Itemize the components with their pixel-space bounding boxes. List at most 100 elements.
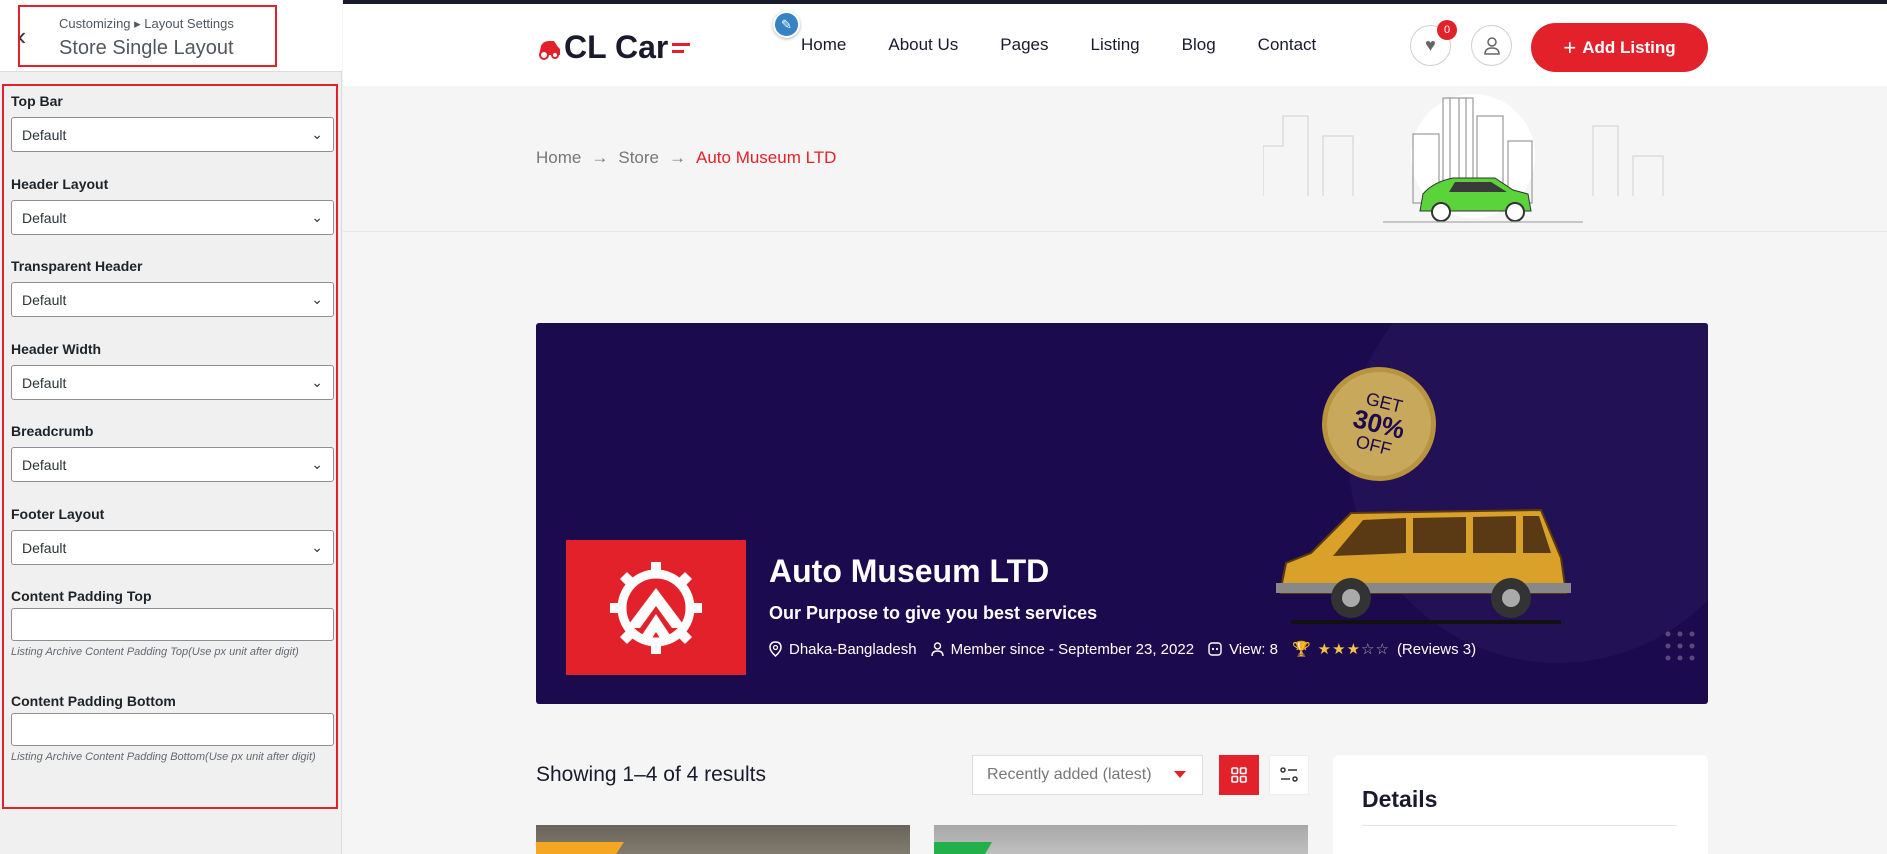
eye-icon (1208, 642, 1222, 656)
dots-grid-icon (1665, 631, 1695, 661)
field-hint: Listing Archive Content Padding Top(Use … (11, 646, 299, 658)
breadcrumb-current: Auto Museum LTD (696, 148, 837, 167)
store-meta: Dhaka-Bangladesh Member since - Septembe… (769, 640, 1476, 658)
breadcrumb-store[interactable]: Store (618, 148, 659, 168)
field-header-width: Header Width Default ⌄ (11, 341, 334, 400)
listing-tag (536, 842, 624, 854)
customizer-breadcrumb: Customizing ▸ Layout Settings (59, 16, 234, 31)
field-label: Footer Layout (11, 506, 105, 522)
store-location: Dhaka-Bangladesh (769, 641, 917, 658)
map-pin-icon (769, 641, 782, 657)
customizer-title-box: Customizing ▸ Layout Settings Store Sing… (18, 5, 277, 67)
field-label: Header Layout (11, 176, 109, 192)
account-button[interactable] (1471, 25, 1512, 66)
star-icon: ☆ (1375, 641, 1390, 658)
list-view-button[interactable] (1269, 755, 1309, 795)
header-layout-select[interactable]: Default ⌄ (11, 200, 334, 235)
field-breadcrumb: Breadcrumb Default ⌄ (11, 423, 334, 482)
review-count[interactable]: (Reviews 3) (1397, 641, 1476, 658)
footer-layout-select[interactable]: Default ⌄ (11, 530, 334, 565)
customizer-section-title: Store Single Layout (59, 37, 234, 59)
content-padding-top-input[interactable] (11, 608, 334, 641)
top-bar-select[interactable]: Default ⌄ (11, 117, 334, 152)
chevron-down-icon: ⌄ (311, 126, 323, 142)
star-icon: ★ (1317, 641, 1333, 658)
site-logo[interactable]: CL Car (536, 29, 691, 66)
logo-dash (672, 42, 691, 53)
nav-pages[interactable]: Pages (1000, 35, 1048, 55)
star-icon: ★ (1346, 641, 1362, 658)
store-logo (566, 540, 746, 675)
chevron-down-icon: ⌄ (311, 539, 323, 555)
user-icon (930, 641, 944, 656)
field-content-padding-bottom: Content Padding Bottom Listing Archive C… (11, 693, 334, 763)
store-member-since: Member since - September 23, 2022 (930, 641, 1194, 658)
listing-tag (934, 842, 992, 854)
field-top-bar: Top Bar Default ⌄ (11, 93, 334, 152)
listing-card[interactable] (934, 825, 1308, 854)
chevron-down-icon: ⌄ (311, 291, 323, 307)
customizer-sidebar: ‹ Customizing ▸ Layout Settings Store Si… (0, 0, 342, 854)
field-label: Content Padding Top (11, 588, 152, 604)
city-car-illustration (1263, 94, 1664, 223)
store-tagline: Our Purpose to give you best services (769, 603, 1098, 623)
field-label: Top Bar (11, 93, 63, 109)
details-title: Details (1362, 786, 1438, 812)
store-rating: 🏆 ★★★☆☆ (Reviews 3) (1291, 640, 1476, 659)
field-footer-layout: Footer Layout Default ⌄ (11, 506, 334, 565)
listing-card[interactable] (536, 825, 910, 854)
car-logo-icon (539, 40, 560, 60)
field-content-padding-top: Content Padding Top Listing Archive Cont… (11, 588, 334, 658)
suv-illustration (1276, 508, 1571, 624)
add-listing-button[interactable]: + Add Listing (1531, 23, 1708, 72)
field-transparent-header: Transparent Header Default ⌄ (11, 258, 334, 317)
caret-down-icon (1174, 771, 1186, 778)
grid-icon (1231, 767, 1247, 783)
main-nav: Home About Us Pages Listing Blog Contact (801, 35, 1358, 55)
arrow-right-icon: → (591, 148, 609, 167)
site-header: CL Car ✎ Home About Us Pages Listing Blo… (343, 4, 1887, 86)
plus-icon: + (1563, 34, 1577, 60)
chevron-down-icon: ⌄ (311, 456, 323, 472)
nav-about-us[interactable]: About Us (888, 35, 958, 55)
field-label: Content Padding Bottom (11, 693, 176, 709)
list-icon (1280, 767, 1298, 782)
nav-contact[interactable]: Contact (1258, 35, 1317, 55)
field-label: Transparent Header (11, 258, 143, 274)
field-label: Breadcrumb (11, 423, 94, 439)
heart-icon: ♥ (1425, 35, 1436, 55)
grid-view-button[interactable] (1219, 755, 1259, 795)
breadcrumb-home[interactable]: Home (536, 148, 581, 168)
nav-blog[interactable]: Blog (1182, 35, 1216, 55)
site-preview: CL Car ✎ Home About Us Pages Listing Blo… (343, 0, 1887, 854)
trophy-icon: 🏆 (1291, 641, 1311, 658)
field-header-layout: Header Layout Default ⌄ (11, 176, 334, 235)
breadcrumb-section: Home → Store → Auto Museum LTD (343, 86, 1887, 232)
transparent-header-select[interactable]: Default ⌄ (11, 282, 334, 317)
nav-home[interactable]: Home (801, 35, 846, 55)
user-icon (1483, 36, 1500, 55)
field-hint: Listing Archive Content Padding Bottom(U… (11, 751, 316, 763)
star-rating: ★★★☆☆ (1318, 640, 1390, 658)
star-icon: ☆ (1361, 641, 1376, 658)
nav-listing[interactable]: Listing (1091, 35, 1140, 55)
chevron-down-icon: ⌄ (311, 209, 323, 225)
content-padding-bottom-input[interactable] (11, 713, 334, 746)
store-views: View: 8 (1208, 641, 1278, 658)
chevron-down-icon: ⌄ (311, 374, 323, 390)
sort-select[interactable]: Recently added (latest) (972, 755, 1203, 795)
details-card: Details (1333, 755, 1708, 854)
store-name: Auto Museum LTD (769, 553, 1050, 589)
arrow-right-icon: → (669, 148, 686, 167)
settings-panel: Top Bar Default ⌄ Header Layout Default ⌄ … (2, 84, 338, 809)
favorites-button[interactable]: ♥ 0 (1410, 20, 1457, 66)
favorites-count-badge: 0 (1437, 20, 1457, 40)
pencil-icon[interactable]: ✎ (773, 11, 800, 38)
divider (1362, 825, 1677, 826)
field-label: Header Width (11, 341, 102, 357)
customizer-header: ‹ Customizing ▸ Layout Settings Store Si… (0, 0, 342, 72)
breadcrumb-select[interactable]: Default ⌄ (11, 447, 334, 482)
breadcrumb: Home → Store → Auto Museum LTD (536, 148, 836, 168)
header-width-select[interactable]: Default ⌄ (11, 365, 334, 400)
store-banner: GET 30% OFF Auto Museum LTD Our Purpose … (536, 323, 1708, 704)
